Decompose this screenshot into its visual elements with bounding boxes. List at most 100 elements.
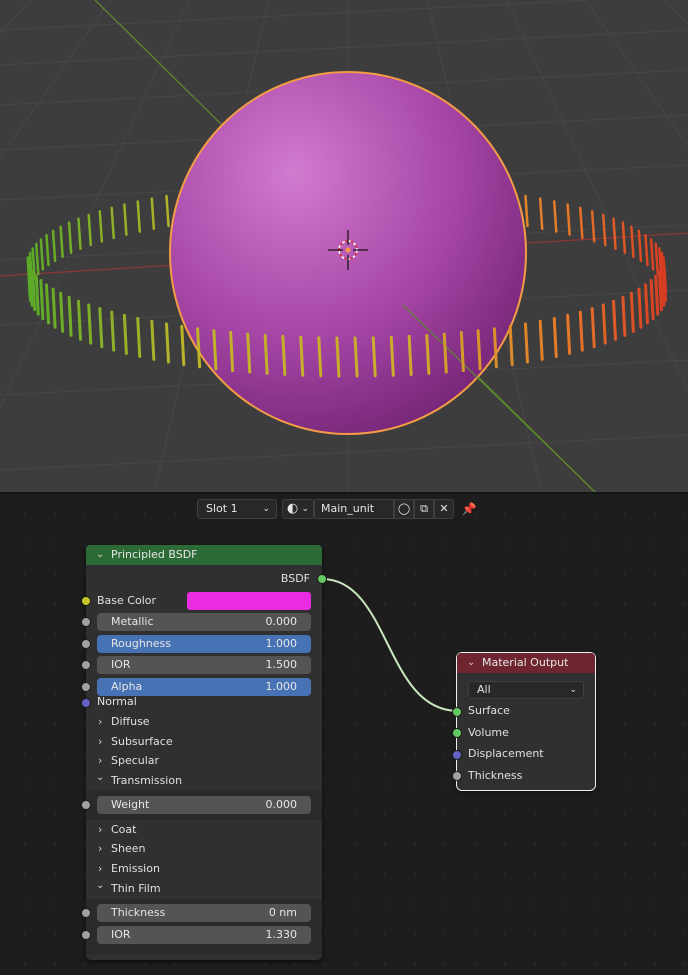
ring-rod bbox=[657, 270, 663, 312]
thin-film-thickness-field[interactable]: Thickness 0 nm bbox=[97, 904, 311, 922]
ring-rod bbox=[67, 295, 73, 337]
ring-rod bbox=[637, 229, 643, 263]
ring-rod bbox=[602, 213, 607, 247]
ring-rod bbox=[524, 194, 529, 228]
chevron-down-icon: ⌄ bbox=[569, 685, 577, 695]
ring-rod bbox=[649, 238, 655, 271]
ring-rod bbox=[180, 325, 186, 367]
ring-rod bbox=[629, 291, 635, 333]
ring-rod bbox=[578, 310, 584, 352]
ring-rod bbox=[165, 194, 170, 228]
metallic-value: 0.000 bbox=[265, 615, 298, 628]
roughness-field[interactable]: Roughness 1.000 bbox=[97, 635, 311, 653]
panel-thin-film-label: Thin Film bbox=[111, 882, 161, 895]
normal-socket[interactable] bbox=[81, 698, 91, 708]
ring-rod bbox=[110, 310, 116, 352]
ring-rod bbox=[425, 333, 431, 375]
ring-rod bbox=[123, 203, 128, 236]
panel-thin-film[interactable]: ⌄ Thin Film bbox=[86, 879, 322, 899]
ring-rod bbox=[590, 210, 596, 243]
ior-socket[interactable] bbox=[81, 660, 91, 670]
ring-rod bbox=[59, 291, 65, 333]
volume-socket[interactable] bbox=[452, 728, 462, 738]
ring-rod bbox=[76, 299, 82, 341]
ring-rod bbox=[442, 332, 448, 374]
panel-subsurface[interactable]: › Subsurface bbox=[86, 732, 322, 752]
ring-rod bbox=[523, 322, 529, 364]
weight-label: Weight bbox=[111, 798, 150, 811]
roughness-label: Roughness bbox=[111, 637, 172, 650]
ring-rod bbox=[87, 303, 93, 345]
transmission-weight-socket[interactable] bbox=[81, 800, 91, 810]
panel-diffuse[interactable]: › Diffuse bbox=[86, 712, 322, 732]
ring-rod bbox=[579, 206, 584, 240]
ring-rod bbox=[601, 303, 607, 345]
node-header[interactable]: ⌄ Material Output bbox=[457, 653, 595, 673]
node-title: Material Output bbox=[482, 656, 569, 669]
displacement-socket[interactable] bbox=[452, 750, 462, 760]
ring-rod bbox=[552, 200, 558, 233]
chevron-right-icon: › bbox=[98, 842, 103, 855]
ring-rod bbox=[39, 279, 45, 321]
thin-film-ior-field[interactable]: IOR 1.330 bbox=[97, 926, 311, 944]
ring-rod bbox=[110, 206, 115, 240]
ring-rod bbox=[654, 242, 659, 276]
panel-emission[interactable]: › Emission bbox=[86, 859, 322, 879]
node-header[interactable]: ⌄ Principled BSDF bbox=[86, 545, 322, 565]
ring-rod bbox=[353, 336, 359, 378]
material-output-node[interactable]: ⌄ Material Output All ⌄ Surface Volume D… bbox=[452, 652, 596, 791]
base-color-row: Base Color bbox=[86, 591, 322, 611]
transmission-weight-field[interactable]: Weight 0.000 bbox=[97, 796, 311, 814]
ring-rod bbox=[637, 287, 643, 329]
ring-rod bbox=[196, 327, 202, 369]
node-title: Principled BSDF bbox=[111, 548, 198, 561]
panel-emission-label: Emission bbox=[111, 862, 160, 875]
thin-film-ior-socket[interactable] bbox=[81, 930, 91, 940]
output-thickness-label: Thickness bbox=[468, 769, 523, 782]
panel-sheen[interactable]: › Sheen bbox=[86, 839, 322, 859]
panel-coat-label: Coat bbox=[111, 823, 137, 836]
metallic-label: Metallic bbox=[111, 615, 154, 628]
chevron-right-icon: › bbox=[98, 823, 103, 836]
base-color-swatch[interactable] bbox=[187, 592, 311, 610]
ring-rod bbox=[67, 221, 73, 254]
ring-rod bbox=[98, 210, 104, 243]
ring-rod bbox=[59, 225, 64, 258]
ring-rod bbox=[281, 334, 287, 376]
chevron-right-icon: › bbox=[98, 735, 103, 748]
metallic-socket[interactable] bbox=[81, 617, 91, 627]
ring-rod bbox=[299, 335, 305, 377]
ring-rod bbox=[508, 325, 514, 367]
roughness-socket[interactable] bbox=[81, 639, 91, 649]
ring-rod bbox=[45, 233, 50, 267]
normal-row: Normal bbox=[86, 692, 322, 712]
bsdf-output-socket[interactable] bbox=[317, 574, 327, 584]
surface-socket[interactable] bbox=[452, 707, 462, 717]
base-color-socket[interactable] bbox=[81, 596, 91, 606]
panel-transmission[interactable]: ⌄ Transmission bbox=[86, 771, 322, 791]
shader-node-editor[interactable]: Slot 1 ⌄ ◐ ⌄ Main_unit ◯ ⧉ ✕ 📌 ⌄ Princip… bbox=[0, 494, 688, 975]
target-dropdown[interactable]: All ⌄ bbox=[468, 681, 584, 699]
ring-rod bbox=[136, 316, 142, 358]
normal-label: Normal bbox=[97, 695, 137, 708]
ring-rod bbox=[150, 197, 156, 230]
principled-bsdf-node[interactable]: ⌄ Principled BSDF BSDF Base Color Metall… bbox=[81, 545, 327, 960]
displacement-label: Displacement bbox=[468, 747, 544, 760]
thin-film-thickness-socket[interactable] bbox=[81, 908, 91, 918]
panel-sheen-label: Sheen bbox=[111, 842, 146, 855]
ring-rod bbox=[552, 316, 558, 358]
ring-rod bbox=[77, 217, 82, 250]
alpha-socket[interactable] bbox=[81, 682, 91, 692]
ring-rod bbox=[590, 307, 596, 349]
3d-viewport[interactable] bbox=[0, 0, 688, 492]
panel-coat[interactable]: › Coat bbox=[86, 820, 322, 840]
surface-input-row: Surface bbox=[457, 701, 595, 721]
output-thickness-socket[interactable] bbox=[452, 771, 462, 781]
ior-field[interactable]: IOR 1.500 bbox=[97, 656, 311, 674]
ring-rod bbox=[389, 335, 395, 377]
ring-rod bbox=[165, 322, 171, 364]
panel-specular[interactable]: › Specular bbox=[86, 751, 322, 771]
panel-diffuse-label: Diffuse bbox=[111, 715, 150, 728]
panel-transmission-label: Transmission bbox=[111, 774, 183, 787]
metallic-field[interactable]: Metallic 0.000 bbox=[97, 613, 311, 631]
